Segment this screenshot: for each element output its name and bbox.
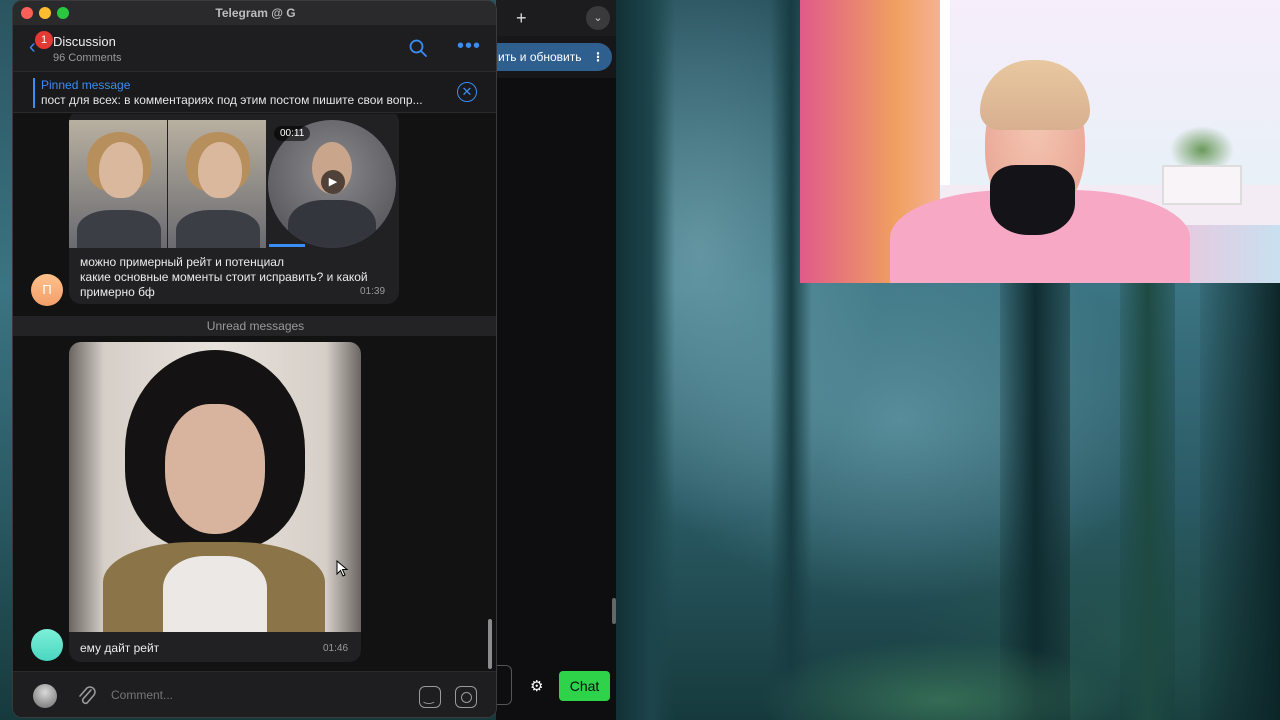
photo-face <box>198 142 242 198</box>
comment-composer <box>13 671 496 717</box>
unread-badge: 1 <box>35 31 53 49</box>
video-duration: 00:11 <box>274 126 311 141</box>
comment-count: 96 Comments <box>53 52 122 64</box>
gear-icon[interactable]: ⚙ <box>530 677 543 695</box>
message-text: можно примерный рейт и потенциал какие о… <box>80 255 380 300</box>
camera-icon[interactable] <box>455 686 477 708</box>
save-and-update-button[interactable]: ить и обновить ⋮ <box>480 43 612 71</box>
background-scrollbar[interactable] <box>612 598 616 624</box>
photo-shirt <box>163 556 267 632</box>
mouse-cursor-icon <box>336 560 349 577</box>
pinned-message-bar[interactable]: Pinned message пост для всех: в коммента… <box>13 71 496 113</box>
photo-shirt <box>77 210 161 248</box>
comment-input[interactable] <box>111 688 401 702</box>
tab-menu-button[interactable]: ⌄ <box>586 6 610 30</box>
message-line: какие основные моменты стоит исправить? … <box>80 270 368 284</box>
webcam-plant-pot <box>1162 165 1242 205</box>
sticker-icon[interactable] <box>419 686 441 708</box>
telegram-window: Telegram @ G ‹ 1 Discussion 96 Comments … <box>12 0 497 718</box>
photo-face <box>165 404 265 534</box>
avatar[interactable] <box>33 684 57 708</box>
paperclip-icon[interactable] <box>77 684 97 708</box>
discussion-header: ‹ 1 Discussion 96 Comments ••• <box>13 25 496 71</box>
play-icon[interactable]: ▶ <box>321 170 345 194</box>
webcam-person-mask <box>990 165 1075 235</box>
foliage <box>760 620 1120 720</box>
avatar[interactable] <box>31 629 63 661</box>
pinned-text: пост для всех: в комментариях под этим п… <box>41 93 423 107</box>
chat-scrollbar[interactable] <box>488 619 492 669</box>
chat-button[interactable]: Chat <box>559 671 610 701</box>
message-time: 01:46 <box>323 643 349 654</box>
new-tab-button[interactable]: + <box>516 8 527 29</box>
message-time: 01:39 <box>360 286 386 297</box>
pinned-title: Pinned message <box>41 78 131 92</box>
photo-thumbnail[interactable] <box>168 120 266 248</box>
tree-trunk <box>615 0 675 720</box>
video-shirt <box>288 200 376 248</box>
photo-shirt <box>176 210 260 248</box>
save-and-update-label: ить и обновить <box>498 50 582 64</box>
avatar[interactable]: П <box>31 274 63 306</box>
vertical-dots-icon[interactable]: ⋮ <box>592 43 604 71</box>
background-browser <box>496 0 616 720</box>
screen: + ⌄ ить и обновить ⋮ ⚙ Chat Telegram @ G… <box>0 0 1280 720</box>
photo-thumbnail[interactable] <box>69 120 167 248</box>
photo-attachment[interactable] <box>69 342 361 632</box>
page-title: Discussion <box>53 34 116 49</box>
unread-divider: Unread messages <box>13 316 496 336</box>
photo-face <box>99 142 143 198</box>
message-list[interactable]: 00:11 ▶ можно примерный рейт и потенциал… <box>13 114 496 671</box>
more-horizontal-icon[interactable]: ••• <box>457 36 481 56</box>
message-line: можно примерный рейт и потенциал <box>80 255 284 269</box>
video-progress <box>269 244 305 247</box>
message-text: ему дайт рейт <box>80 641 160 655</box>
pinned-indicator <box>33 78 35 108</box>
message-line: примерно бф <box>80 285 155 299</box>
message-bubble[interactable]: 00:11 ▶ можно примерный рейт и потенциал… <box>69 114 399 304</box>
close-icon[interactable]: ✕ <box>457 82 477 102</box>
webcam-overlay <box>800 0 1280 283</box>
message-bubble[interactable]: ему дайт рейт 01:46 <box>69 342 361 662</box>
window-titlebar[interactable]: Telegram @ G <box>13 1 496 25</box>
window-title: Telegram @ G <box>215 6 296 20</box>
search-icon[interactable] <box>409 39 427 57</box>
